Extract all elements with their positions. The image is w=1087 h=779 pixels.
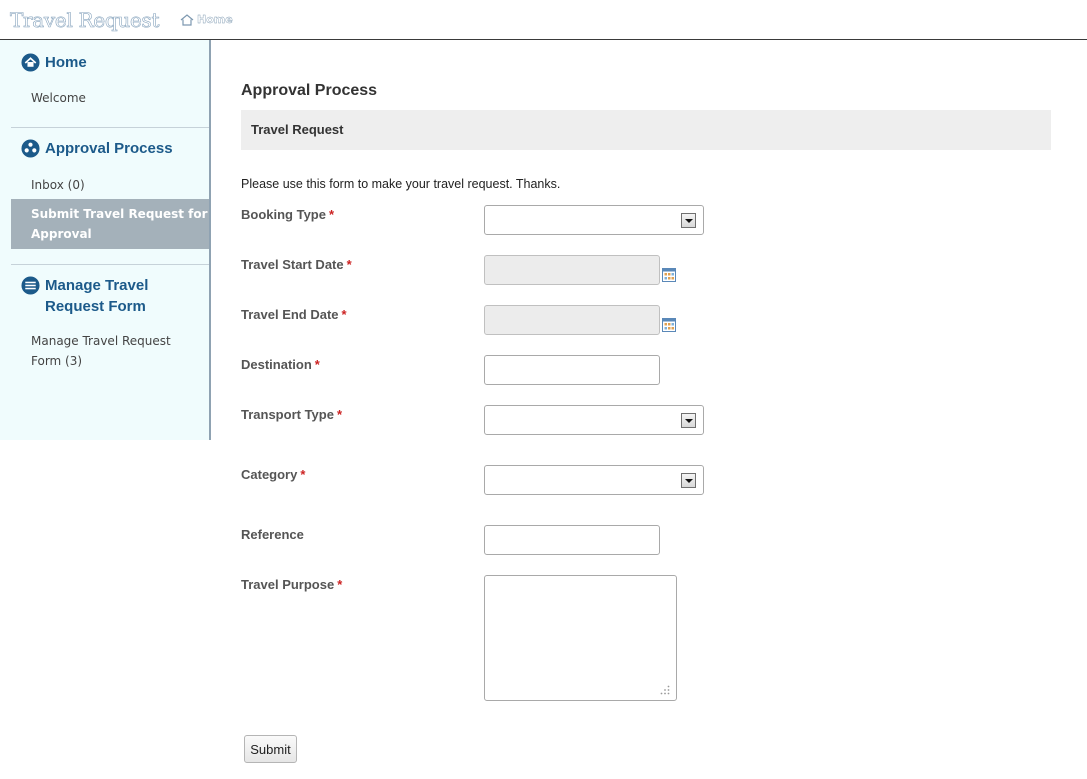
required-marker: * [314,357,320,372]
form-list-icon [21,276,40,295]
top-bar: Travel Request Home [0,0,1087,40]
sidebar-header-home[interactable]: Home [11,52,209,73]
app-title: Travel Request [10,8,160,33]
category-label-text: Category [241,467,298,482]
transport-type-label-text: Transport Type [241,407,334,422]
required-marker: * [341,307,347,322]
sidebar-item-manage-travel-request-form[interactable]: Manage Travel Request Form (3) [11,331,209,371]
sidebar-header-manage-label: Manage Travel Request Form [45,277,149,315]
travel-end-date-label: Travel End Date * [241,307,347,322]
reference-label-text: Reference [241,527,304,542]
chevron-down-icon[interactable] [681,213,696,228]
transport-type-select[interactable] [484,405,704,435]
sidebar-header-home-label: Home [45,54,87,71]
category-label: Category * [241,467,305,482]
destination-label-text: Destination [241,357,312,372]
section-title: Travel Request [251,122,344,137]
sidebar: Home Welcome Approval Process Inbox (0) … [0,40,211,440]
sidebar-section-approval: Approval Process Inbox (0) Submit Travel… [11,138,209,249]
booking-type-label-text: Booking Type [241,207,326,222]
travel-start-date-label-text: Travel Start Date [241,257,344,272]
users-circle-icon [21,139,40,158]
calendar-icon[interactable] [662,318,676,332]
resize-grip-icon[interactable] [660,685,670,695]
required-marker: * [300,467,306,482]
form-intro-text: Please use this form to make your travel… [241,177,561,191]
home-link[interactable]: Home [180,13,233,26]
home-icon [180,13,194,26]
required-marker: * [336,407,343,422]
sidebar-section-manage: Manage Travel Request Form Manage Travel… [11,275,209,371]
reference-label: Reference [241,527,304,542]
booking-type-label: Booking Type * [241,207,334,222]
page-title: Approval Process [241,82,378,99]
required-marker: * [328,207,335,222]
reference-input[interactable] [484,525,660,555]
destination-label: Destination * [241,357,320,372]
home-link-label: Home [197,13,233,26]
section-header: Travel Request [241,110,1051,150]
sidebar-item-submit-travel-request[interactable]: Submit Travel Request for Approval [11,199,209,249]
sidebar-header-approval-label: Approval Process [45,140,173,157]
sidebar-divider [11,127,209,128]
travel-end-date-label-text: Travel End Date [241,307,339,322]
sidebar-header-manage[interactable]: Manage Travel Request Form [11,275,209,317]
travel-purpose-label: Travel Purpose * [241,577,342,592]
sidebar-item-welcome[interactable]: Welcome [11,88,209,108]
chevron-down-icon[interactable] [681,473,696,488]
travel-end-date-input[interactable] [484,305,660,335]
sidebar-section-home: Home Welcome [11,52,209,108]
sidebar-item-inbox[interactable]: Inbox (0) [11,175,209,195]
transport-type-label: Transport Type * [241,407,342,422]
sidebar-header-approval[interactable]: Approval Process [11,138,209,159]
booking-type-select[interactable] [484,205,704,235]
travel-start-date-input[interactable] [484,255,660,285]
home-circle-icon [21,53,40,72]
destination-input[interactable] [484,355,660,385]
required-marker: * [346,257,352,272]
travel-purpose-label-text: Travel Purpose [241,577,335,592]
required-marker: * [337,577,343,592]
travel-start-date-label: Travel Start Date * [241,257,352,272]
sidebar-divider [11,264,209,265]
travel-purpose-textarea[interactable] [484,575,677,701]
chevron-down-icon[interactable] [681,413,696,428]
category-select[interactable] [484,465,704,495]
submit-button[interactable]: Submit [244,735,297,763]
calendar-icon[interactable] [662,268,676,282]
